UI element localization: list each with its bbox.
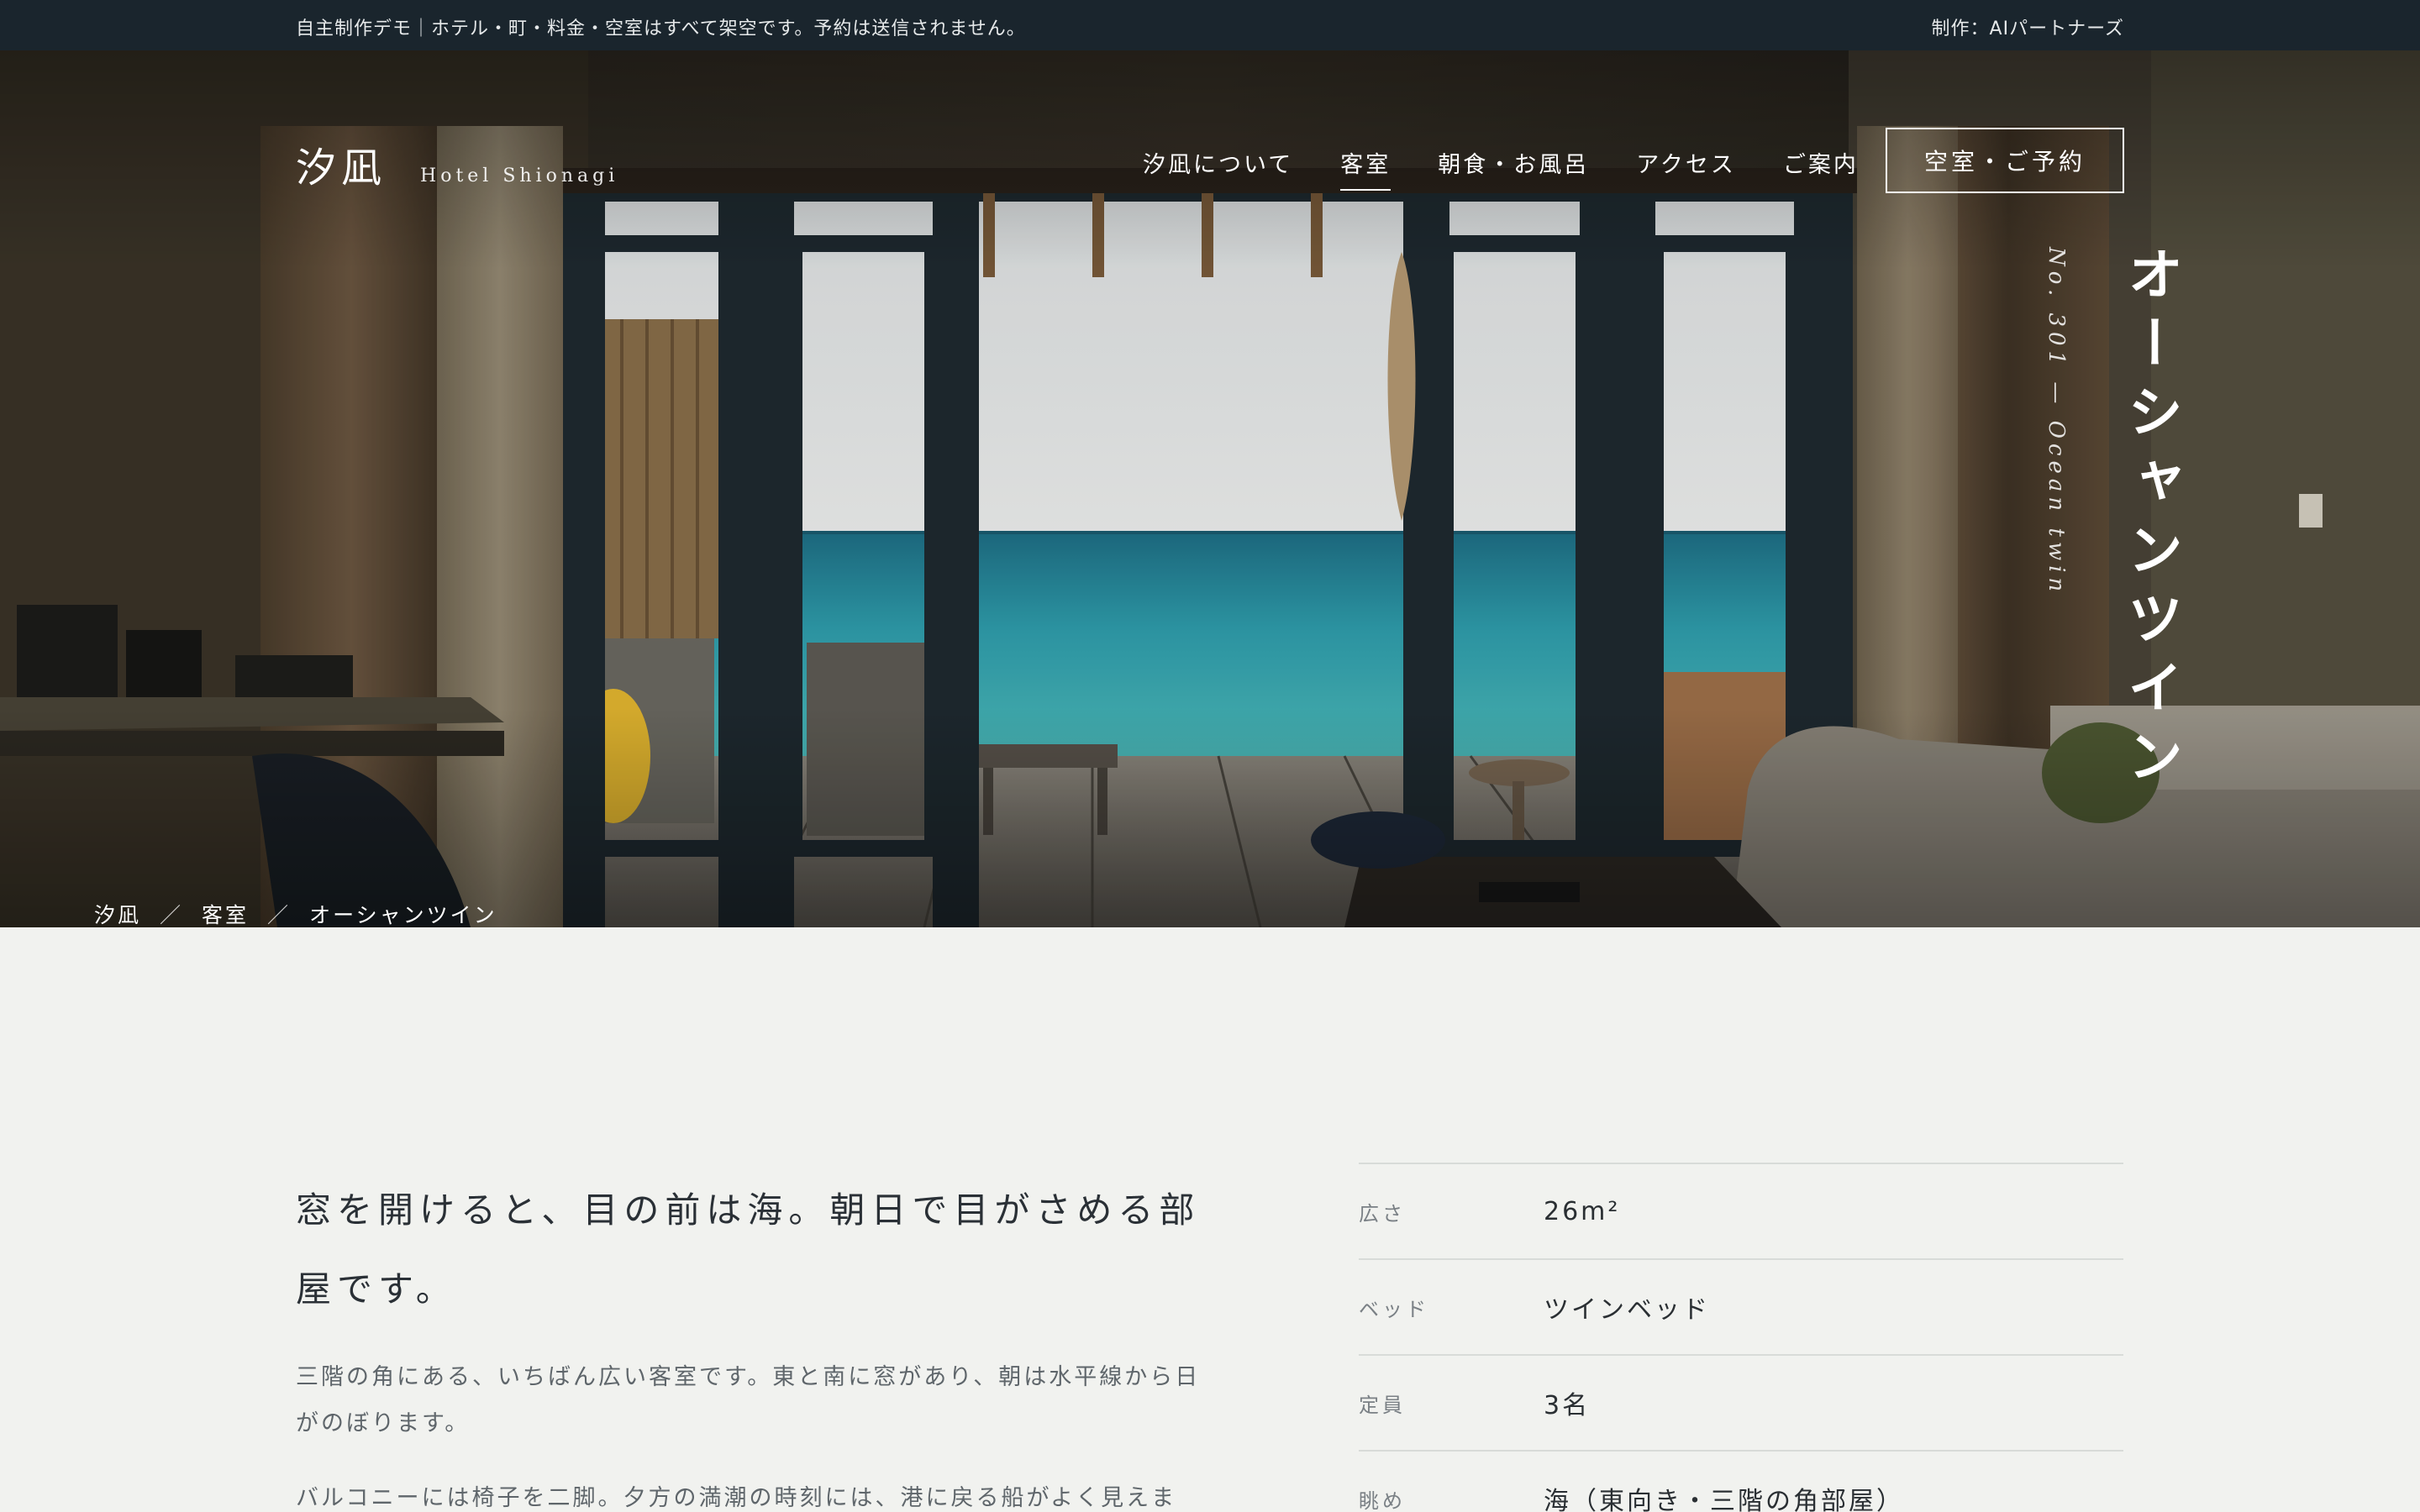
nav-item-access[interactable]: アクセス [1636, 146, 1736, 191]
brand-logo[interactable]: 汐凪 Hotel Shionagi [296, 134, 618, 193]
room-number: No. 301 — Ocean twin [2044, 247, 2069, 597]
spec-label: 広さ [1359, 1201, 1406, 1226]
room-detail-section: 窓を開けると、目の前は海。朝日で目がさめる部屋です。 三階の角にある、いちばん広… [0, 927, 2420, 1512]
demo-notice-bar: 自主制作デモ｜ホテル・町・料金・空室はすべて架空です。予約は送信されません。 制… [0, 0, 2420, 50]
room-description: バルコニーには椅子を二脚。夕方の満潮の時刻には、港に戻る船がよく見えま [296, 1485, 1177, 1511]
spec-label: 定員 [1359, 1393, 1406, 1417]
breadcrumb-home[interactable]: 汐凪 [94, 899, 141, 927]
spec-row: 広さ 26m² [1359, 1164, 2123, 1260]
spec-value: 3名 [1544, 1391, 1591, 1420]
breadcrumb-separator: ／ [160, 903, 184, 927]
breadcrumb: 汐凪 ／ 客室 ／ オーシャンツイン [94, 899, 497, 927]
reserve-button[interactable]: 空室・ご予約 [1886, 128, 2124, 193]
nav-item-rooms[interactable]: 客室 [1340, 146, 1392, 191]
credit-text: 制作：AIパートナーズ [1931, 18, 2124, 39]
spec-value: 26m² [1544, 1196, 1621, 1226]
spec-value: 海（東向き・三階の角部屋） [1544, 1487, 1904, 1512]
demo-notice-text: 自主制作デモ｜ホテル・町・料金・空室はすべて架空です。予約は送信されません。 [296, 18, 1026, 39]
nav-item-info[interactable]: ご案内 [1783, 146, 1859, 191]
room-spec-table: 広さ 26m² ベッド ツインベッド 定員 3名 眺め 海（東向き・三階の角部屋… [1359, 1163, 2123, 1512]
spec-row: ベッド ツインベッド [1359, 1260, 2123, 1356]
main-nav: 汐凪について 客室 朝食・お風呂 アクセス ご案内 [1143, 146, 1906, 191]
breadcrumb-separator: ／ [267, 903, 292, 927]
breadcrumb-current: オーシャンツイン [309, 903, 497, 927]
brand-mark: 汐凪 [296, 144, 387, 192]
page-title: オーシャンツイン [2118, 245, 2184, 796]
breadcrumb-rooms[interactable]: 客室 [202, 899, 249, 927]
spec-row: 定員 3名 [1359, 1356, 2123, 1452]
room-lead: 窓を開けると、目の前は海。朝日で目がさめる部屋です。 [296, 1189, 1201, 1310]
hero-section: 汐凪 Hotel Shionagi 汐凪について 客室 朝食・お風呂 アクセス … [0, 50, 2420, 927]
brand-subtitle: Hotel Shionagi [420, 165, 619, 186]
spec-value: ツインベッド [1544, 1295, 1710, 1325]
spec-row: 眺め 海（東向き・三階の角部屋） [1359, 1452, 2123, 1512]
room-description: 三階の角にある、いちばん広い客室です。東と南に窓があり、朝は水平線から日がのぼり… [296, 1364, 1201, 1436]
spec-label: 眺め [1359, 1488, 1406, 1512]
spec-label: ベッド [1359, 1297, 1429, 1321]
nav-item-about[interactable]: 汐凪について [1143, 146, 1293, 191]
nav-item-breakfast-bath[interactable]: 朝食・お風呂 [1438, 146, 1589, 191]
